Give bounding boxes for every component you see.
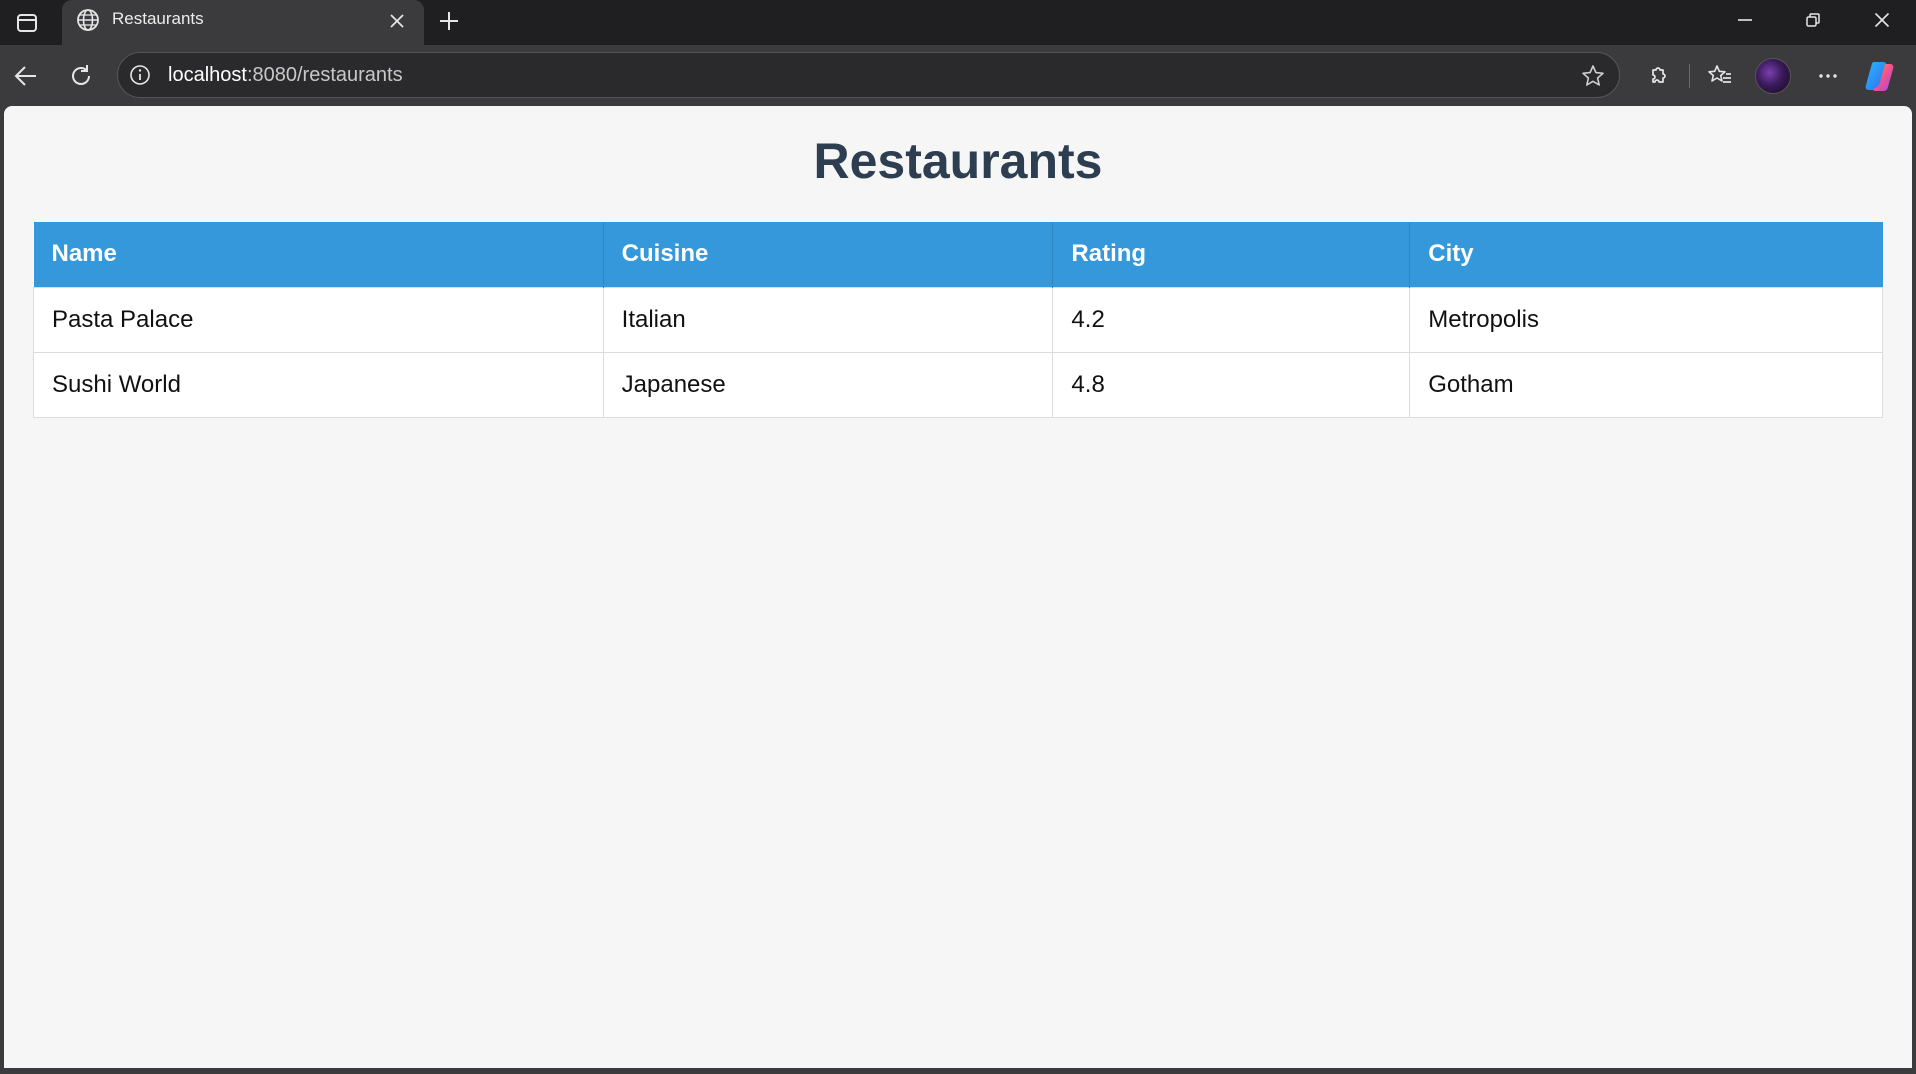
url-path: :8080/restaurants: [246, 64, 403, 86]
cell-cuisine: Italian: [602, 286, 1054, 353]
cell-city: Gotham: [1409, 351, 1883, 418]
cell-name: Pasta Palace: [33, 286, 604, 353]
restore-icon[interactable]: [1779, 0, 1847, 40]
sidebar-icon[interactable]: [12, 8, 42, 38]
star-icon[interactable]: [1579, 62, 1607, 90]
more-icon[interactable]: [1808, 56, 1848, 96]
column-header-name: Name: [33, 222, 604, 287]
plus-icon[interactable]: [432, 4, 466, 38]
info-icon[interactable]: [128, 63, 152, 87]
close-icon[interactable]: [384, 8, 410, 34]
cell-name: Sushi World: [33, 351, 604, 418]
browser-title-bar: Restaurants: [0, 0, 1916, 45]
globe-icon: [74, 6, 102, 34]
copilot-icon[interactable]: [1865, 60, 1899, 92]
page-title: Restaurants: [813, 133, 1103, 189]
table-row: Pasta Palace Italian 4.2 Metropolis: [33, 286, 1883, 353]
table-row: Sushi World Japanese 4.8 Gotham: [33, 351, 1883, 418]
cell-city: Metropolis: [1409, 286, 1883, 353]
browser-toolbar: localhost:8080/restaurants: [0, 45, 1916, 106]
browser-tab[interactable]: Restaurants: [62, 0, 424, 45]
favorites-icon[interactable]: [1700, 56, 1740, 96]
profile-avatar[interactable]: [1755, 58, 1791, 94]
url-host: localhost: [168, 64, 247, 86]
column-header-city: City: [1409, 222, 1883, 287]
address-url[interactable]: localhost:8080/restaurants: [168, 64, 403, 87]
close-window-icon[interactable]: [1848, 0, 1916, 40]
restaurants-table: Name Cuisine Rating City Pasta Palace It…: [33, 222, 1883, 418]
tab-title: Restaurants: [112, 9, 204, 28]
back-arrow-icon[interactable]: [6, 56, 46, 96]
cell-cuisine: Japanese: [602, 351, 1054, 418]
cell-rating: 4.8: [1052, 351, 1411, 418]
toolbar-divider: [1689, 64, 1690, 88]
column-header-rating: Rating: [1052, 222, 1411, 287]
refresh-icon[interactable]: [61, 56, 101, 96]
minimize-icon[interactable]: [1711, 0, 1779, 40]
column-header-cuisine: Cuisine: [603, 222, 1054, 287]
table-header-row: Name Cuisine Rating City: [33, 222, 1883, 287]
address-bar[interactable]: localhost:8080/restaurants: [117, 52, 1620, 98]
extensions-icon[interactable]: [1638, 56, 1678, 96]
cell-rating: 4.2: [1052, 286, 1411, 353]
page-viewport: Restaurants Name Cuisine Rating City Pas…: [4, 106, 1912, 1068]
